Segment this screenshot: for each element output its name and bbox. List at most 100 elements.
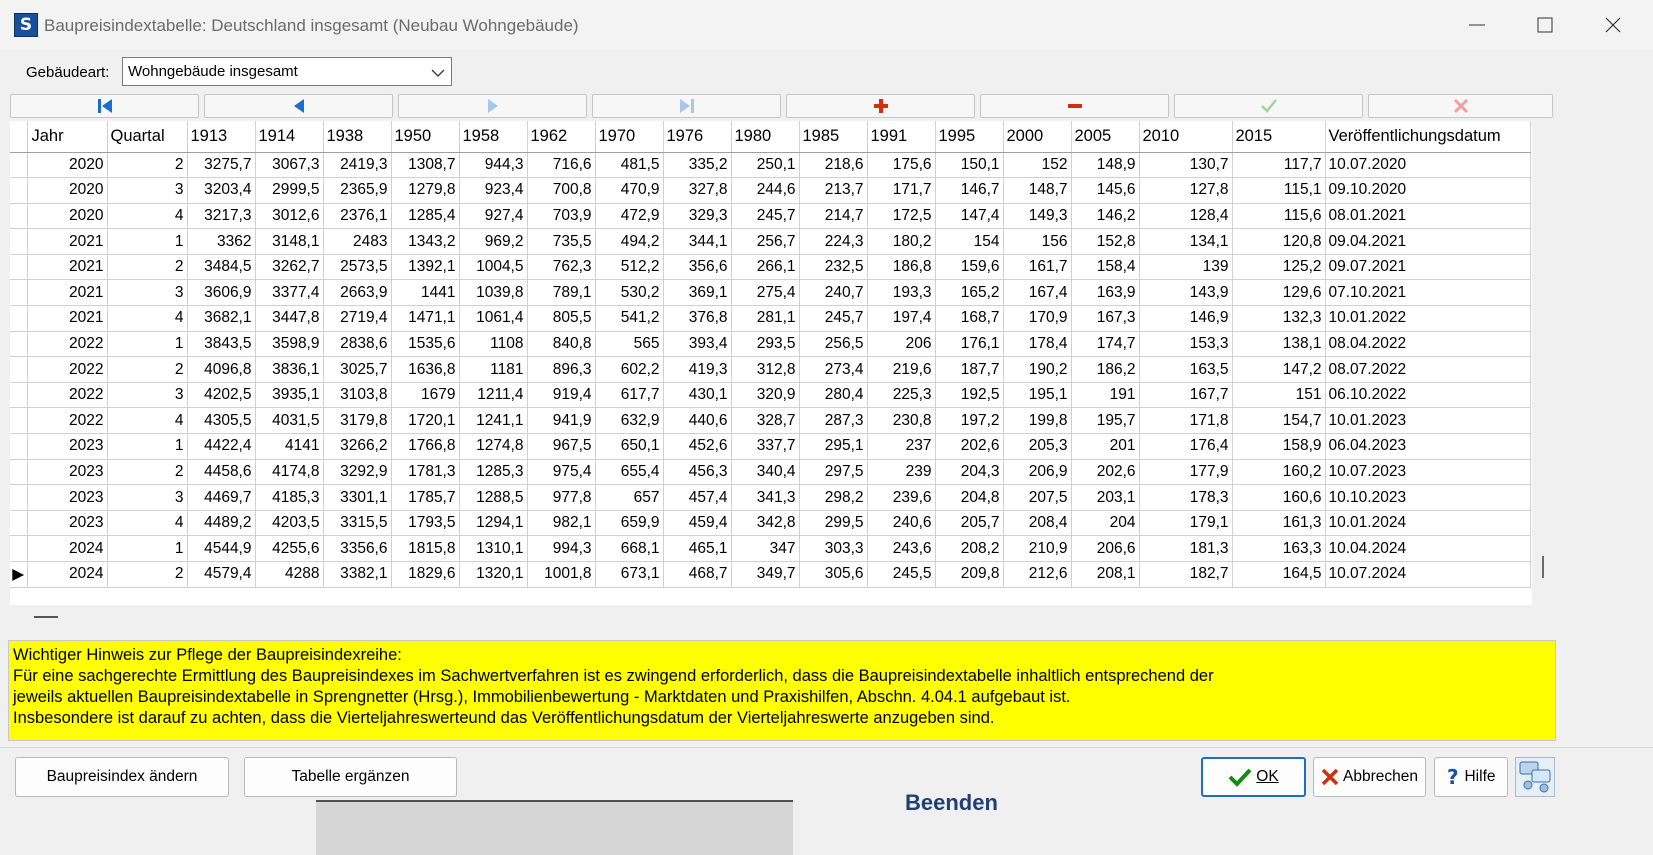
nav-prior-button[interactable] bbox=[204, 94, 393, 118]
table-cell[interactable]: 2365,9 bbox=[323, 177, 392, 204]
table-cell[interactable]: 4031,5 bbox=[255, 407, 324, 435]
table-cell[interactable]: 1679 bbox=[391, 382, 460, 409]
table-cell[interactable]: 149,3 bbox=[1003, 203, 1072, 230]
table-cell[interactable]: 2024 bbox=[27, 535, 108, 562]
table-cell[interactable]: 632,9 bbox=[595, 407, 664, 435]
table-cell[interactable]: 195,7 bbox=[1071, 407, 1140, 435]
table-cell[interactable]: 982,1 bbox=[527, 510, 596, 537]
table-cell[interactable]: 197,2 bbox=[935, 407, 1004, 435]
table-cell[interactable]: 329,3 bbox=[663, 203, 732, 230]
table-cell[interactable]: 180,2 bbox=[867, 228, 936, 255]
column-header[interactable]: 1913 bbox=[187, 121, 256, 153]
table-cell[interactable]: 225,3 bbox=[867, 382, 936, 409]
table-cell[interactable]: 161,7 bbox=[1003, 254, 1072, 281]
table-cell[interactable]: 204,3 bbox=[935, 459, 1004, 486]
table-cell[interactable]: 2419,3 bbox=[323, 152, 392, 179]
table-cell[interactable]: 994,3 bbox=[527, 535, 596, 562]
table-cell[interactable]: 2 bbox=[107, 459, 188, 486]
table-row[interactable]: 2023 3 4469,7 4185,3 3301,1 1785,7 1288,5 977,8… bbox=[10, 484, 1531, 511]
table-cell[interactable]: 320,9 bbox=[731, 382, 800, 409]
table-cell[interactable]: 923,4 bbox=[459, 177, 528, 204]
table-cell[interactable]: 3377,4 bbox=[255, 279, 324, 307]
table-cell[interactable]: 199,8 bbox=[1003, 407, 1072, 435]
table-cell[interactable]: 4579,4 bbox=[187, 561, 256, 588]
table-cell[interactable]: 1001,8 bbox=[527, 561, 596, 588]
table-cell[interactable]: 337,7 bbox=[731, 433, 800, 460]
table-cell[interactable]: 3266,2 bbox=[323, 433, 392, 460]
table-row[interactable]: 2023 4 4489,2 4203,5 3315,5 1793,5 1294,1 982,1… bbox=[10, 510, 1531, 537]
table-cell[interactable]: 153,3 bbox=[1139, 331, 1233, 358]
table-cell[interactable]: 1 bbox=[107, 433, 188, 460]
table-cell[interactable]: 3682,1 bbox=[187, 305, 256, 332]
table-cell[interactable]: 10.07.2020 bbox=[1325, 152, 1531, 179]
table-cell[interactable]: 494,2 bbox=[595, 228, 664, 255]
table-cell[interactable]: 1785,7 bbox=[391, 484, 460, 511]
cancel-button[interactable]: Abbrechen bbox=[1313, 757, 1426, 797]
table-cell[interactable]: 07.10.2021 bbox=[1325, 279, 1531, 307]
table-cell[interactable]: 456,3 bbox=[663, 459, 732, 486]
table-cell[interactable]: 1 bbox=[107, 228, 188, 255]
table-cell[interactable]: 117,7 bbox=[1232, 152, 1326, 179]
table-cell[interactable]: 138,1 bbox=[1232, 331, 1326, 358]
table-cell[interactable]: 2573,5 bbox=[323, 254, 392, 281]
table-cell[interactable]: 4174,8 bbox=[255, 459, 324, 486]
table-cell[interactable]: 174,7 bbox=[1071, 331, 1140, 358]
table-cell[interactable]: 163,3 bbox=[1232, 535, 1326, 562]
table-cell[interactable]: 10.07.2023 bbox=[1325, 459, 1531, 486]
table-cell[interactable]: 297,5 bbox=[799, 459, 868, 486]
table-cell[interactable]: 197,4 bbox=[867, 305, 936, 332]
table-cell[interactable]: 468,7 bbox=[663, 561, 732, 588]
table-cell[interactable]: 176,1 bbox=[935, 331, 1004, 358]
table-cell[interactable]: 256,5 bbox=[799, 331, 868, 358]
table-cell[interactable]: 340,4 bbox=[731, 459, 800, 486]
table-cell[interactable]: 673,1 bbox=[595, 561, 664, 588]
table-cell[interactable]: 927,4 bbox=[459, 203, 528, 230]
table-cell[interactable]: 146,2 bbox=[1071, 203, 1140, 230]
table-cell[interactable]: 452,6 bbox=[663, 433, 732, 460]
table-cell[interactable]: 206 bbox=[867, 331, 936, 358]
table-cell[interactable]: 139 bbox=[1139, 254, 1233, 281]
table-cell[interactable]: 186,8 bbox=[867, 254, 936, 281]
table-cell[interactable]: 187,7 bbox=[935, 356, 1004, 383]
nav-delete-button[interactable] bbox=[980, 94, 1169, 118]
table-cell[interactable]: 2483 bbox=[323, 228, 392, 255]
table-cell[interactable]: 789,1 bbox=[527, 279, 596, 307]
table-cell[interactable]: 457,4 bbox=[663, 484, 732, 511]
close-button[interactable] bbox=[1579, 0, 1647, 50]
table-cell[interactable]: 218,6 bbox=[799, 152, 868, 179]
table-row[interactable]: 2020 4 3217,3 3012,6 2376,1 1285,4 927,4 703,9 4… bbox=[10, 203, 1531, 230]
table-cell[interactable]: 204 bbox=[1071, 510, 1140, 537]
table-cell[interactable]: 944,3 bbox=[459, 152, 528, 179]
column-header[interactable]: 1958 bbox=[459, 121, 528, 153]
table-cell[interactable]: 2719,4 bbox=[323, 305, 392, 332]
table-cell[interactable]: 3598,9 bbox=[255, 331, 324, 358]
table-cell[interactable]: 219,6 bbox=[867, 356, 936, 383]
table-cell[interactable]: 154,7 bbox=[1232, 407, 1326, 435]
table-cell[interactable]: 3103,8 bbox=[323, 382, 392, 409]
table-cell[interactable]: 143,9 bbox=[1139, 279, 1233, 307]
table-cell[interactable]: 1274,8 bbox=[459, 433, 528, 460]
table-cell[interactable]: 565 bbox=[595, 331, 664, 358]
table-cell[interactable]: 369,1 bbox=[663, 279, 732, 307]
table-cell[interactable]: 344,1 bbox=[663, 228, 732, 255]
table-cell[interactable]: 3262,7 bbox=[255, 254, 324, 281]
table-cell[interactable]: 158,4 bbox=[1071, 254, 1140, 281]
table-cell[interactable]: 312,8 bbox=[731, 356, 800, 383]
table-cell[interactable]: 2023 bbox=[27, 510, 108, 537]
scroll-thumb[interactable] bbox=[1542, 556, 1544, 578]
table-cell[interactable]: 1441 bbox=[391, 279, 460, 307]
table-cell[interactable]: 151 bbox=[1232, 382, 1326, 409]
table-cell[interactable]: 2 bbox=[107, 152, 188, 179]
table-cell[interactable]: 213,7 bbox=[799, 177, 868, 204]
table-cell[interactable]: 1108 bbox=[459, 331, 528, 358]
table-cell[interactable]: 245,7 bbox=[731, 203, 800, 230]
table-cell[interactable]: 3356,6 bbox=[323, 535, 392, 562]
table-cell[interactable]: 244,6 bbox=[731, 177, 800, 204]
table-cell[interactable]: 335,2 bbox=[663, 152, 732, 179]
table-cell[interactable]: 470,9 bbox=[595, 177, 664, 204]
table-cell[interactable]: 703,9 bbox=[527, 203, 596, 230]
table-cell[interactable]: 530,2 bbox=[595, 279, 664, 307]
table-row[interactable]: 2021 4 3682,1 3447,8 2719,4 1471,1 1061,4 805,5… bbox=[10, 305, 1531, 332]
table-cell[interactable]: 2999,5 bbox=[255, 177, 324, 204]
table-cell[interactable]: 266,1 bbox=[731, 254, 800, 281]
